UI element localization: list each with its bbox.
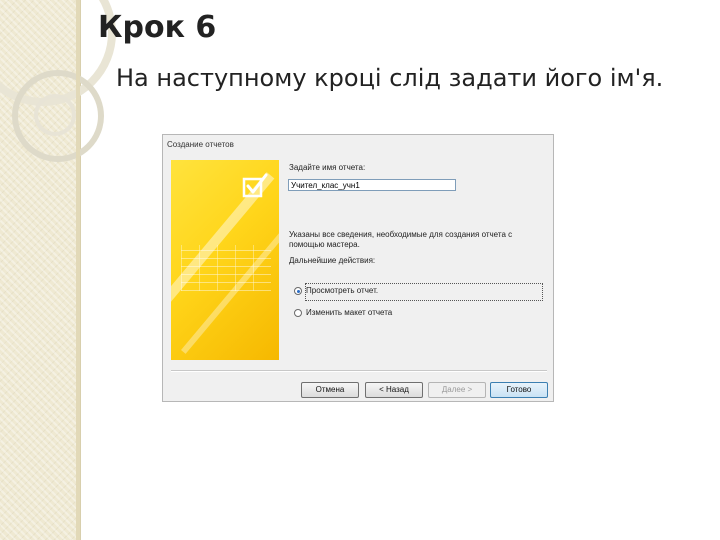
slide-title: Крок 6	[98, 10, 217, 45]
next-button[interactable]: Далее >	[428, 382, 486, 398]
option-modify-layout[interactable]: Изменить макет отчета	[294, 308, 392, 317]
slide-body-text: На наступному кроці слід задати його ім'…	[116, 64, 664, 92]
report-name-input[interactable]	[288, 179, 456, 191]
report-wizard-dialog: Создание отчетов Задайте имя отчета: Ука…	[162, 134, 554, 402]
check-icon	[242, 173, 268, 198]
finish-button[interactable]: Готово	[490, 382, 548, 398]
info-text: Указаны все сведения, необходимые для со…	[289, 230, 513, 249]
back-button[interactable]: < Назад	[365, 382, 423, 398]
option-label: Просмотреть отчет.	[306, 286, 379, 295]
option-preview-report[interactable]: Просмотреть отчет.	[294, 286, 378, 295]
cancel-button[interactable]: Отмена	[301, 382, 359, 398]
option-label: Изменить макет отчета	[306, 308, 393, 317]
radio-selected-icon[interactable]	[294, 286, 302, 295]
dialog-title: Создание отчетов	[167, 140, 234, 149]
sidebar-edge	[76, 0, 80, 540]
divider	[171, 370, 547, 372]
wizard-illustration	[171, 160, 279, 360]
decorative-ring	[34, 94, 76, 136]
decorative-sidebar	[0, 0, 116, 540]
next-actions-label: Дальнейшие действия:	[289, 256, 376, 265]
radio-unselected-icon[interactable]	[294, 308, 302, 317]
report-name-label: Задайте имя отчета:	[289, 163, 366, 172]
